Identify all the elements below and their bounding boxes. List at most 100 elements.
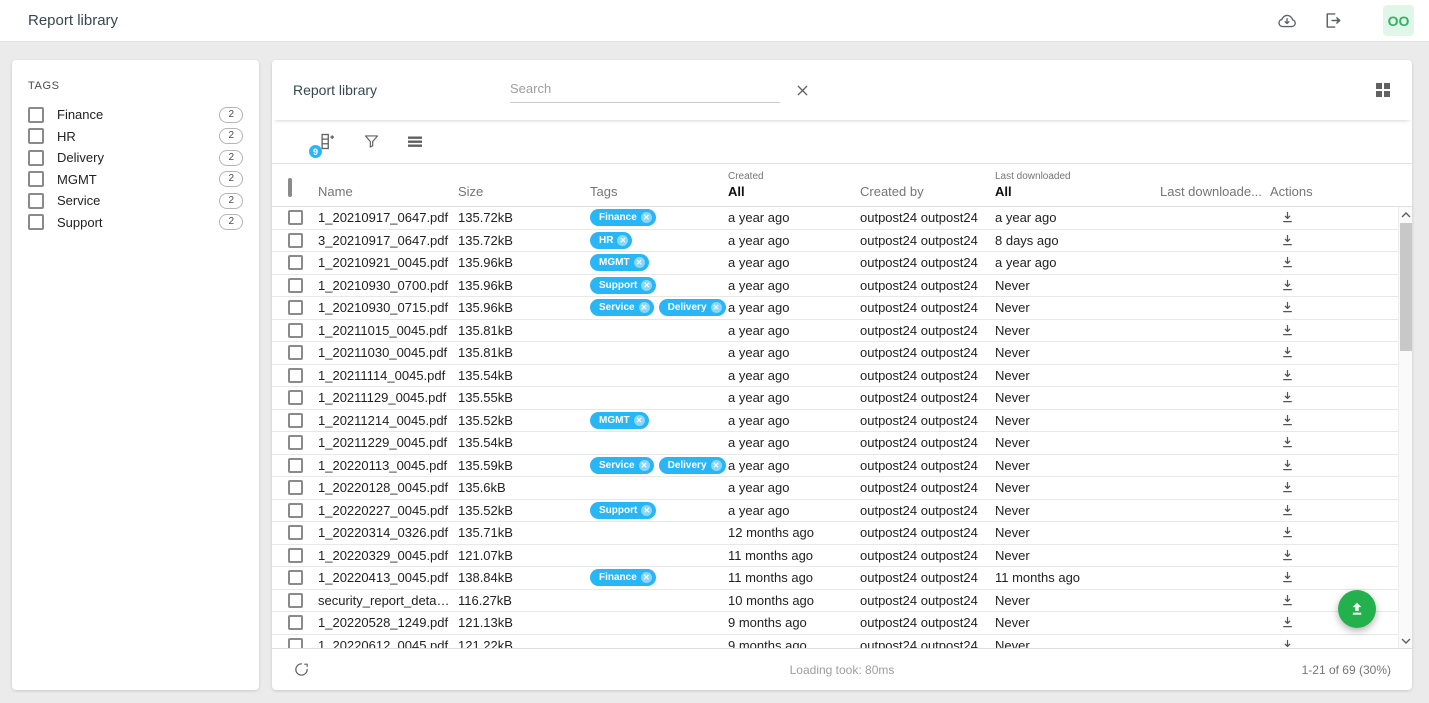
- download-icon[interactable]: [1270, 480, 1398, 495]
- report-name[interactable]: 1_20210917_0647.pdf: [318, 210, 458, 225]
- row-checkbox[interactable]: [272, 278, 318, 293]
- download-icon[interactable]: [1270, 345, 1398, 360]
- download-icon[interactable]: [1270, 210, 1398, 225]
- download-icon[interactable]: [1270, 368, 1398, 383]
- row-checkbox[interactable]: [272, 503, 318, 518]
- report-name[interactable]: 1_20220413_0045.pdf: [318, 570, 458, 585]
- column-header-tags[interactable]: Tags: [590, 184, 728, 199]
- table-row[interactable]: 1_20210921_0045.pdf 135.96kB MGMT✕ a yea…: [272, 252, 1398, 275]
- tag-checkbox[interactable]: [28, 193, 44, 209]
- report-name[interactable]: 1_20220329_0045.pdf: [318, 548, 458, 563]
- remove-tag-icon[interactable]: ✕: [641, 572, 652, 583]
- tag-pill[interactable]: Finance✕: [590, 209, 656, 226]
- tag-pill[interactable]: HR✕: [590, 232, 632, 249]
- download-icon[interactable]: [1270, 638, 1398, 648]
- column-header-created-by[interactable]: Created by: [860, 184, 995, 199]
- report-name[interactable]: 3_20210917_0647.pdf: [318, 233, 458, 248]
- table-row[interactable]: security_report_detail... 116.27kB 10 mo…: [272, 590, 1398, 613]
- report-name[interactable]: 1_20210930_0700.pdf: [318, 278, 458, 293]
- tag-checkbox[interactable]: [28, 107, 44, 123]
- column-header-last-downloaded-date[interactable]: Last downloade...: [1160, 184, 1270, 199]
- table-row[interactable]: 1_20220113_0045.pdf 135.59kB Service✕Del…: [272, 455, 1398, 478]
- table-row[interactable]: 1_20220227_0045.pdf 135.52kB Support✕ a …: [272, 500, 1398, 523]
- remove-tag-icon[interactable]: ✕: [617, 235, 628, 246]
- download-icon[interactable]: [1270, 413, 1398, 428]
- tag-pill[interactable]: MGMT✕: [590, 254, 649, 271]
- cloud-download-icon[interactable]: [1276, 10, 1298, 32]
- tag-filter-item[interactable]: HR 2: [28, 126, 243, 148]
- column-header-name[interactable]: Name: [318, 184, 458, 199]
- table-row[interactable]: 1_20220612_0045.pdf 121.22kB 9 months ag…: [272, 635, 1398, 649]
- row-checkbox[interactable]: [272, 368, 318, 383]
- refresh-icon[interactable]: [293, 661, 310, 678]
- filter-icon[interactable]: [362, 132, 381, 151]
- download-icon[interactable]: [1270, 525, 1398, 540]
- tag-filter-item[interactable]: Support 2: [28, 212, 243, 234]
- last-downloaded-filter-value[interactable]: All: [995, 184, 1012, 199]
- row-checkbox[interactable]: [272, 233, 318, 248]
- download-icon[interactable]: [1270, 278, 1398, 293]
- download-icon[interactable]: [1270, 548, 1398, 563]
- row-checkbox[interactable]: [272, 480, 318, 495]
- list-view-icon[interactable]: [406, 133, 424, 151]
- report-name[interactable]: 1_20211030_0045.pdf: [318, 345, 458, 360]
- table-row[interactable]: 1_20220314_0326.pdf 135.71kB 12 months a…: [272, 522, 1398, 545]
- row-checkbox[interactable]: [272, 638, 318, 648]
- remove-tag-icon[interactable]: ✕: [641, 280, 652, 291]
- scroll-down-icon[interactable]: [1399, 633, 1412, 648]
- tag-pill[interactable]: Delivery✕: [659, 299, 726, 316]
- download-icon[interactable]: [1270, 323, 1398, 338]
- download-icon[interactable]: [1270, 458, 1398, 473]
- report-name[interactable]: 1_20211214_0045.pdf: [318, 413, 458, 428]
- report-name[interactable]: 1_20220128_0045.pdf: [318, 480, 458, 495]
- remove-tag-icon[interactable]: ✕: [641, 505, 652, 516]
- columns-select-icon[interactable]: 9: [316, 131, 337, 152]
- tag-pill[interactable]: Service✕: [590, 457, 654, 474]
- table-row[interactable]: 1_20211129_0045.pdf 135.55kB a year ago …: [272, 387, 1398, 410]
- row-checkbox[interactable]: [272, 525, 318, 540]
- tag-pill[interactable]: Finance✕: [590, 569, 656, 586]
- table-row[interactable]: 1_20210917_0647.pdf 135.72kB Finance✕ a …: [272, 207, 1398, 230]
- report-name[interactable]: 1_20220528_1249.pdf: [318, 615, 458, 630]
- column-header-created-filter[interactable]: Created All: [728, 171, 860, 199]
- row-checkbox[interactable]: [272, 548, 318, 563]
- table-row[interactable]: 1_20220413_0045.pdf 138.84kB Finance✕ 11…: [272, 567, 1398, 590]
- tag-pill[interactable]: Service✕: [590, 299, 654, 316]
- table-row[interactable]: 1_20220128_0045.pdf 135.6kB a year ago o…: [272, 477, 1398, 500]
- tag-checkbox[interactable]: [28, 214, 44, 230]
- remove-tag-icon[interactable]: ✕: [634, 257, 645, 268]
- select-all-checkbox[interactable]: [272, 180, 318, 195]
- avatar[interactable]: OO: [1383, 5, 1414, 36]
- report-name[interactable]: 1_20211129_0045.pdf: [318, 390, 458, 405]
- remove-tag-icon[interactable]: ✕: [634, 415, 645, 426]
- tag-filter-item[interactable]: Service 2: [28, 190, 243, 212]
- clear-search-icon[interactable]: [794, 82, 811, 99]
- tag-pill[interactable]: Delivery✕: [659, 457, 726, 474]
- row-checkbox[interactable]: [272, 300, 318, 315]
- row-checkbox[interactable]: [272, 323, 318, 338]
- download-icon[interactable]: [1270, 300, 1398, 315]
- row-checkbox[interactable]: [272, 458, 318, 473]
- tag-pill[interactable]: Support✕: [590, 277, 656, 294]
- download-icon[interactable]: [1270, 435, 1398, 450]
- grid-view-icon[interactable]: [1375, 82, 1391, 98]
- table-row[interactable]: 1_20220528_1249.pdf 121.13kB 9 months ag…: [272, 612, 1398, 635]
- table-row[interactable]: 1_20211015_0045.pdf 135.81kB a year ago …: [272, 320, 1398, 343]
- remove-tag-icon[interactable]: ✕: [711, 302, 722, 313]
- tag-filter-item[interactable]: Finance 2: [28, 104, 243, 126]
- search-input[interactable]: [510, 77, 780, 103]
- row-checkbox[interactable]: [272, 615, 318, 630]
- row-checkbox[interactable]: [272, 255, 318, 270]
- scrollbar-thumb[interactable]: [1400, 223, 1412, 351]
- table-row[interactable]: 1_20210930_0715.pdf 135.96kB Service✕Del…: [272, 297, 1398, 320]
- tag-filter-item[interactable]: Delivery 2: [28, 147, 243, 169]
- tag-pill[interactable]: Support✕: [590, 502, 656, 519]
- row-checkbox[interactable]: [272, 413, 318, 428]
- download-icon[interactable]: [1270, 255, 1398, 270]
- table-row[interactable]: 1_20211114_0045.pdf 135.54kB a year ago …: [272, 365, 1398, 388]
- remove-tag-icon[interactable]: ✕: [639, 460, 650, 471]
- row-checkbox[interactable]: [272, 210, 318, 225]
- report-name[interactable]: 1_20211114_0045.pdf: [318, 368, 458, 383]
- download-icon[interactable]: [1270, 390, 1398, 405]
- row-checkbox[interactable]: [272, 435, 318, 450]
